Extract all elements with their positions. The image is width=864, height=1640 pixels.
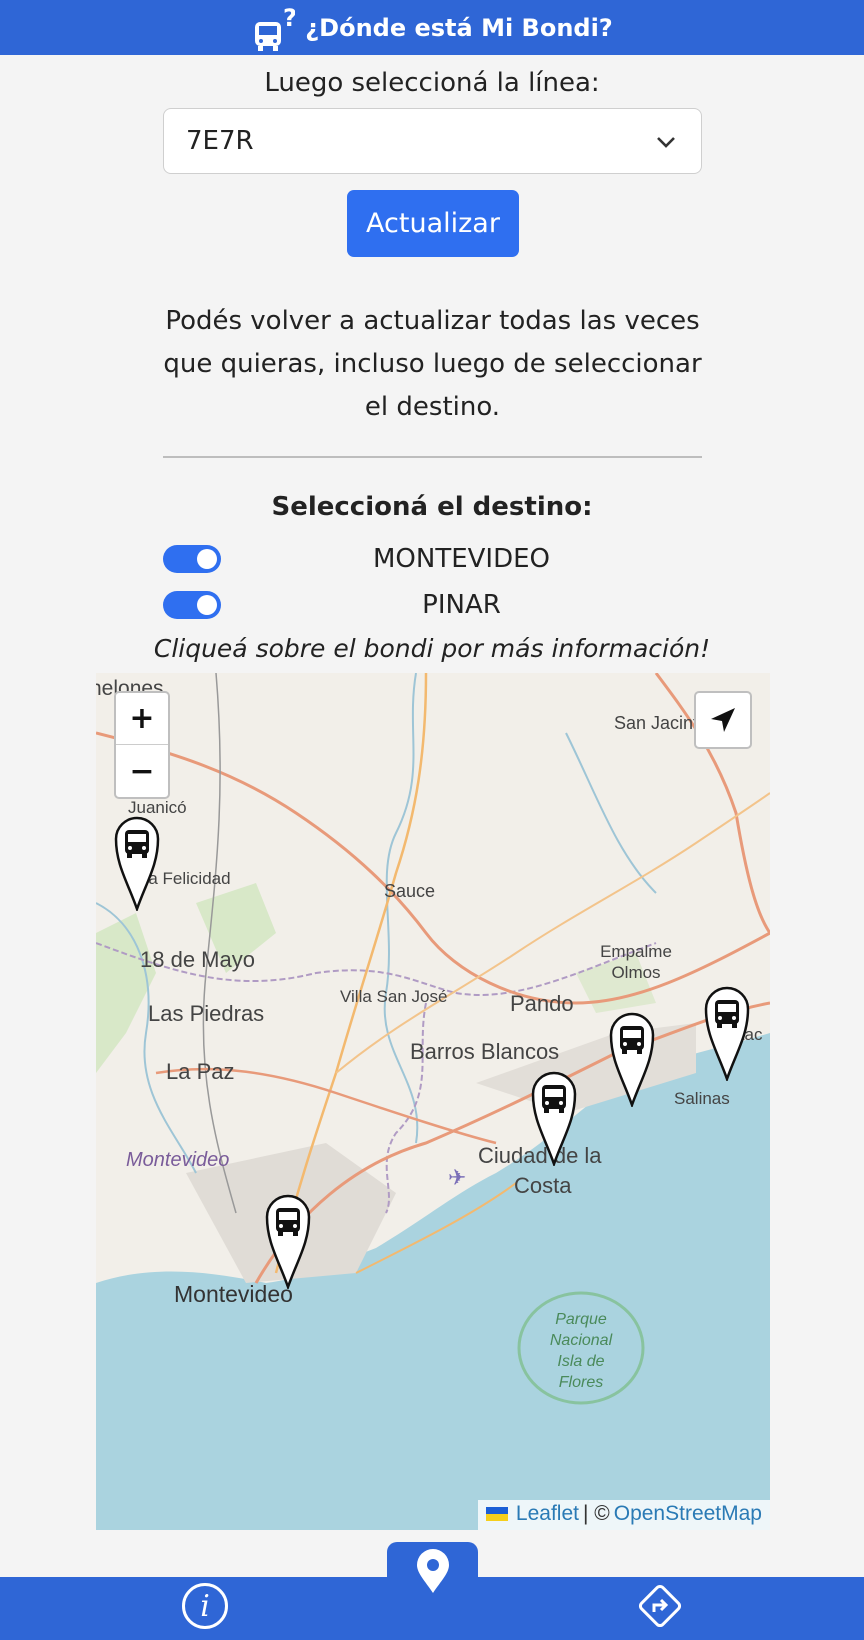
place-label: Empalme Olmos bbox=[600, 942, 672, 982]
map-pin-icon bbox=[416, 1549, 449, 1593]
directions-icon[interactable] bbox=[636, 1582, 684, 1630]
leaflet-link[interactable]: Leaflet bbox=[516, 1502, 579, 1526]
app-title: ¿Dónde está Mi Bondi? bbox=[305, 13, 613, 42]
line-select[interactable]: 7E7R bbox=[163, 108, 702, 174]
map-hint: Cliqueá sobre el bondi por más informaci… bbox=[153, 634, 711, 663]
place-label: Montevideo bbox=[126, 1149, 230, 1171]
bus-question-icon: ? bbox=[255, 4, 295, 51]
zoom-out-button[interactable]: − bbox=[116, 745, 168, 797]
place-label: Villa San José bbox=[340, 987, 448, 1006]
park-label-line: Nacional bbox=[549, 1332, 613, 1349]
chevron-down-icon bbox=[657, 137, 675, 148]
info-icon: i bbox=[200, 1588, 210, 1624]
destination-row-pinar: PINAR bbox=[163, 589, 702, 621]
osm-link[interactable]: OpenStreetMap bbox=[614, 1502, 762, 1526]
ukraine-flag-icon bbox=[485, 1507, 508, 1521]
destination-toggle-pinar[interactable] bbox=[163, 591, 221, 619]
map-attribution: Leaflet | © OpenStreetMap bbox=[477, 1500, 770, 1530]
nav-info-button[interactable]: i bbox=[182, 1583, 228, 1629]
map-labels: nelones San Jacint Juanicó Villa Felicid… bbox=[96, 673, 770, 1530]
attribution-separator: | © bbox=[582, 1502, 610, 1525]
bus-marker[interactable] bbox=[531, 1068, 577, 1166]
place-label: Pando bbox=[510, 991, 574, 1016]
destination-name: MONTEVIDEO bbox=[372, 544, 551, 574]
zoom-control: + − bbox=[114, 691, 170, 799]
divider bbox=[163, 456, 702, 458]
destination-row-montevideo: MONTEVIDEO bbox=[163, 543, 702, 575]
line-select-value: 7E7R bbox=[186, 126, 254, 156]
zoom-in-button[interactable]: + bbox=[116, 693, 168, 745]
place-label: Sauce bbox=[384, 881, 436, 901]
nav-map-button[interactable] bbox=[387, 1542, 478, 1602]
place-label: Las Piedras bbox=[148, 1001, 265, 1026]
svg-text:?: ? bbox=[283, 4, 295, 32]
park-label: Parque Nacional Isla de Flores bbox=[536, 1309, 626, 1393]
location-arrow-icon bbox=[711, 708, 735, 732]
destination-toggle-montevideo[interactable] bbox=[163, 545, 221, 573]
bus-marker[interactable] bbox=[114, 813, 160, 911]
destination-label: Seleccioná el destino: bbox=[271, 492, 593, 522]
place-label: Barros Blancos bbox=[410, 1039, 560, 1064]
line-select-label: Luego seleccioná la línea: bbox=[264, 68, 600, 98]
bus-marker[interactable] bbox=[609, 1009, 655, 1107]
place-label: Costa bbox=[514, 1173, 572, 1198]
place-label: Salinas bbox=[674, 1089, 730, 1108]
place-label: 18 de Mayo bbox=[140, 947, 255, 972]
app-header: ? ¿Dónde está Mi Bondi? bbox=[0, 0, 864, 55]
locate-button[interactable] bbox=[694, 691, 752, 749]
place-label: San Jacint bbox=[614, 713, 699, 733]
destination-name: PINAR bbox=[422, 590, 501, 620]
park-label-line: Isla de bbox=[557, 1353, 605, 1370]
park-label-line: Parque bbox=[555, 1311, 607, 1328]
bus-marker[interactable] bbox=[265, 1191, 311, 1289]
bus-marker[interactable] bbox=[704, 983, 750, 1081]
map[interactable]: ✈ nelones San Jacint Juanicó Villa Felic… bbox=[96, 673, 770, 1530]
place-label: La Paz bbox=[166, 1059, 235, 1084]
park-label-line: Flores bbox=[558, 1374, 604, 1391]
update-note: Podés volver a actualizar todas las vece… bbox=[163, 306, 702, 422]
update-button[interactable]: Actualizar bbox=[347, 190, 519, 257]
